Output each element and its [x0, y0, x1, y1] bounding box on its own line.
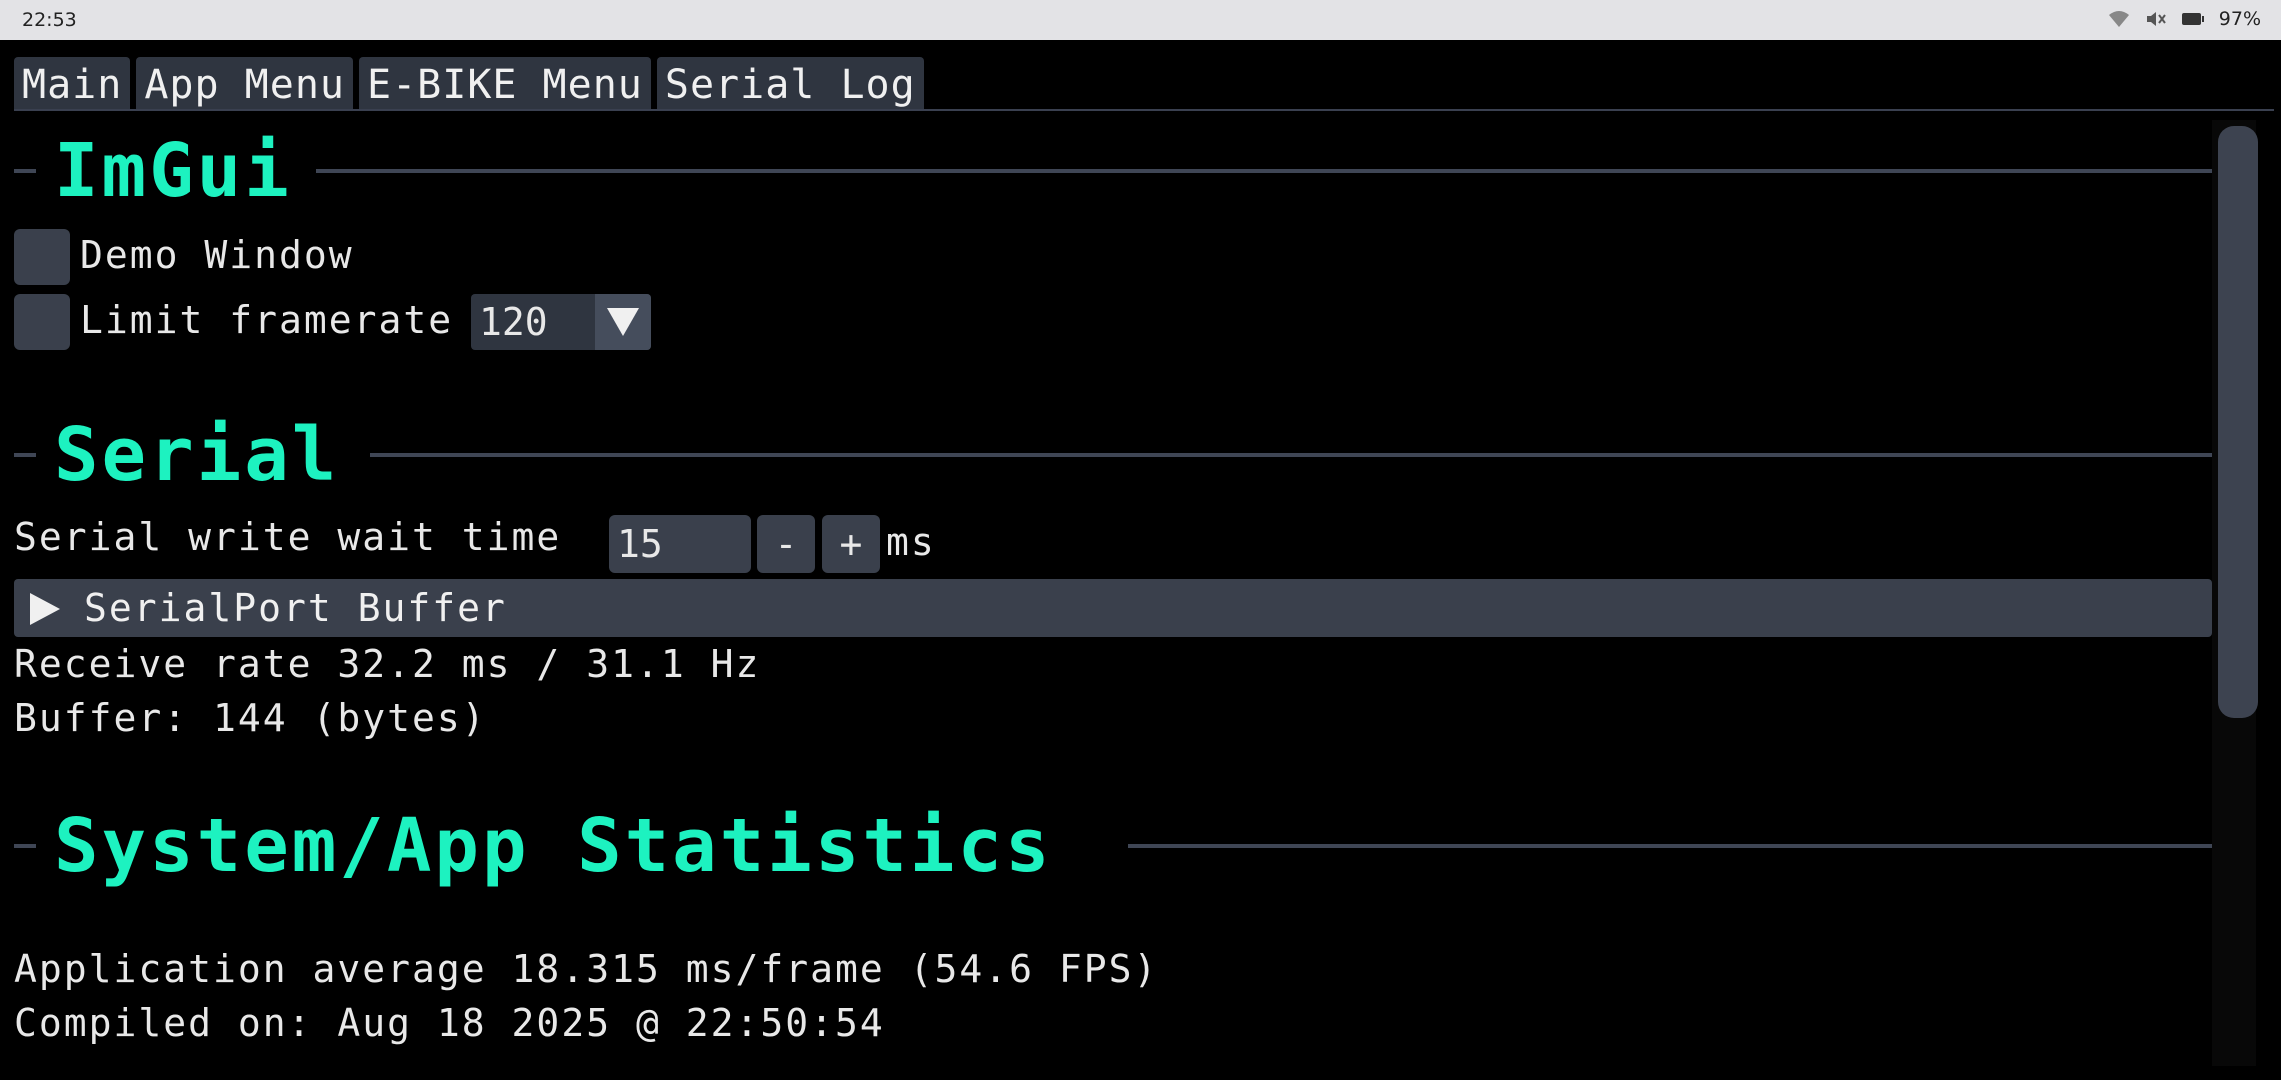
battery-icon	[2181, 12, 2205, 26]
chevron-right-icon	[30, 593, 60, 625]
serial-wait-input[interactable]: 15	[609, 515, 751, 573]
increment-button[interactable]: +	[822, 515, 880, 573]
section-title-serial: Serial	[54, 412, 340, 498]
section-title-statistics: System/App Statistics	[54, 803, 1053, 889]
battery-percent: 97%	[2218, 8, 2261, 30]
demo-window-checkbox[interactable]	[14, 229, 70, 285]
serial-wait-label: Serial write wait time	[14, 515, 562, 559]
app-average-text: Application average 18.315 ms/frame (54.…	[14, 947, 1159, 991]
limit-framerate-checkbox[interactable]	[14, 294, 70, 350]
decrement-button[interactable]: -	[757, 515, 815, 573]
section-title-imgui: ImGui	[54, 128, 292, 214]
section-serial: Serial	[14, 415, 2212, 495]
tab-ebike-menu[interactable]: E-BIKE Menu	[358, 57, 651, 109]
serial-buffer-label: SerialPort Buffer	[84, 586, 507, 630]
separator-line	[1128, 844, 2212, 848]
app-window: Main App Menu E-BIKE Menu Serial Log ImG…	[0, 40, 2281, 1080]
section-statistics: System/App Statistics	[14, 806, 2212, 886]
muted-icon	[2145, 9, 2167, 29]
combo-arrow-button[interactable]	[595, 294, 651, 350]
receive-rate-text: Receive rate 32.2 ms / 31.1 Hz	[14, 642, 761, 686]
status-time: 22:53	[22, 9, 77, 31]
section-imgui: ImGui	[14, 131, 2212, 211]
buffer-size-text: Buffer: 144 (bytes)	[14, 696, 487, 740]
serial-wait-value: 15	[617, 522, 663, 566]
chevron-down-icon	[607, 308, 639, 336]
tab-bar: Main App Menu E-BIKE Menu Serial Log	[14, 57, 924, 109]
scrollbar-thumb[interactable]	[2218, 126, 2258, 718]
separator-line	[316, 169, 2212, 173]
wifi-icon	[2107, 9, 2131, 29]
tab-main[interactable]: Main	[14, 57, 131, 109]
tab-serial-log[interactable]: Serial Log	[656, 57, 924, 109]
tab-app-menu[interactable]: App Menu	[136, 57, 353, 109]
status-bar: 22:53 97%	[0, 0, 2281, 40]
limit-framerate-label: Limit framerate	[80, 298, 454, 342]
demo-window-label: Demo Window	[80, 233, 354, 277]
separator-line	[370, 453, 2212, 457]
serial-buffer-tree-node[interactable]: SerialPort Buffer	[14, 579, 2212, 637]
compiled-on-text: Compiled on: Aug 18 2025 @ 22:50:54	[14, 1001, 885, 1045]
unit-label: ms	[886, 520, 936, 564]
framerate-combo[interactable]: 120	[471, 294, 651, 350]
tab-divider	[14, 109, 2274, 111]
status-icons: 97%	[2107, 8, 2261, 30]
framerate-value: 120	[479, 300, 548, 344]
